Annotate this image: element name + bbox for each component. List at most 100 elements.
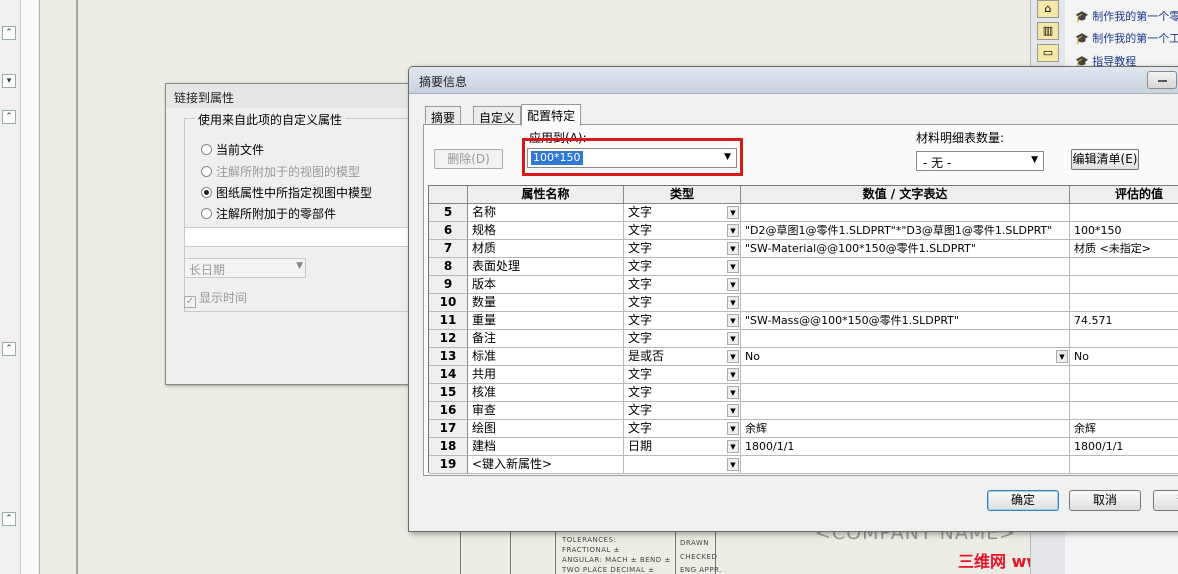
type-cell[interactable]: 是或否 ▼ (624, 348, 741, 366)
property-name-cell[interactable]: 数量 (468, 294, 624, 312)
type-cell[interactable]: 文字 ▼ (624, 222, 741, 240)
value-expression-cell[interactable]: 1800/1/1 (741, 438, 1070, 456)
table-row[interactable]: 19 <键入新属性> ▼ (429, 456, 1178, 474)
collapse-icon[interactable]: ⌃ (2, 110, 16, 124)
column-header[interactable]: 类型 (624, 186, 741, 204)
type-cell[interactable]: 文字 ▼ (624, 204, 741, 222)
table-row[interactable]: 18 建档 日期 ▼ 1800/1/1 1800/1/1 (429, 438, 1178, 456)
table-row[interactable]: 7 材质 文字 ▼ "SW-Material@@100*150@零件1.SLDPRT" 材… (429, 240, 1178, 258)
property-name-cell[interactable]: 核准 (468, 384, 624, 402)
property-name-cell[interactable]: 规格 (468, 222, 624, 240)
radio-sheet-view-model[interactable]: 图纸属性中所指定视图中模型 (201, 184, 372, 201)
type-cell[interactable]: 文字 ▼ (624, 294, 741, 312)
property-name-cell[interactable]: 版本 (468, 276, 624, 294)
property-name-cell[interactable]: 标准 (468, 348, 624, 366)
chevron-down-icon[interactable]: ▼ (727, 368, 739, 381)
ok-button[interactable]: 确定 (987, 490, 1059, 511)
column-header[interactable]: 属性名称 (468, 186, 624, 204)
bom-quantity-select[interactable]: - 无 - ▼ (916, 151, 1044, 171)
property-name-cell[interactable]: 重量 (468, 312, 624, 330)
property-name-cell[interactable]: 审查 (468, 402, 624, 420)
property-name-cell[interactable]: <键入新属性> (468, 456, 624, 474)
tab-custom[interactable]: 自定义 (473, 106, 522, 125)
value-expression-cell[interactable]: "SW-Material@@100*150@零件1.SLDPRT" (741, 240, 1070, 258)
type-cell[interactable]: 文字 ▼ (624, 258, 741, 276)
panel-scrollbar[interactable] (20, 0, 38, 574)
value-expression-cell[interactable] (741, 456, 1070, 474)
value-expression-cell[interactable] (741, 402, 1070, 420)
chevron-down-icon[interactable]: ▼ (727, 296, 739, 309)
chevron-down-icon[interactable]: ▼ (727, 386, 739, 399)
collapse-icon[interactable]: ⌃ (2, 26, 16, 40)
chevron-down-icon[interactable]: ▼ (727, 404, 739, 417)
table-row[interactable]: 15 核准 文字 ▼ (429, 384, 1178, 402)
table-row[interactable]: 16 审查 文字 ▼ (429, 402, 1178, 420)
table-row[interactable]: 8 表面处理 文字 ▼ (429, 258, 1178, 276)
value-expression-cell[interactable] (741, 276, 1070, 294)
property-name-cell[interactable]: 建档 (468, 438, 624, 456)
value-expression-cell[interactable]: No ▼ (741, 348, 1070, 366)
type-cell[interactable]: 文字 ▼ (624, 420, 741, 438)
help-button[interactable]: 帮 (1153, 490, 1178, 511)
property-input[interactable] (184, 227, 414, 247)
chevron-down-icon[interactable]: ▼ (727, 206, 739, 219)
collapse-icon[interactable]: ⌃ (2, 342, 16, 356)
chevron-down-icon[interactable]: ▼ (727, 458, 739, 471)
table-row[interactable]: 14 共用 文字 ▼ (429, 366, 1178, 384)
property-name-cell[interactable]: 表面处理 (468, 258, 624, 276)
table-row[interactable]: 13 标准 是或否 ▼ No ▼ No (429, 348, 1178, 366)
column-header[interactable]: 数值 / 文字表达 (741, 186, 1070, 204)
table-row[interactable]: 6 规格 文字 ▼ "D2@草图1@零件1.SLDPRT"*"D3@草图1@零件1.SL… (429, 222, 1178, 240)
property-name-cell[interactable]: 材质 (468, 240, 624, 258)
table-row[interactable]: 17 绘图 文字 ▼ 余辉 余辉 (429, 420, 1178, 438)
table-row[interactable]: 11 重量 文字 ▼ "SW-Mass@@100*150@零件1.SLDPRT" 74.5… (429, 312, 1178, 330)
property-name-cell[interactable]: 绘图 (468, 420, 624, 438)
value-expression-cell[interactable] (741, 294, 1070, 312)
table-row[interactable]: 9 版本 文字 ▼ (429, 276, 1178, 294)
collapse-icon[interactable]: ⌃ (2, 512, 16, 526)
radio-current-file[interactable]: 当前文件 (201, 141, 264, 158)
dropdown-icon[interactable]: ▾ (2, 74, 16, 88)
home-icon[interactable]: ⌂ (1037, 0, 1059, 18)
type-cell[interactable]: 文字 ▼ (624, 366, 741, 384)
tutorial-link[interactable]: 🎓 制作我的第一个零 (1075, 8, 1178, 24)
chevron-down-icon[interactable]: ▼ (1056, 350, 1068, 363)
value-expression-cell[interactable] (741, 366, 1070, 384)
folder-icon[interactable]: ▭ (1037, 44, 1059, 62)
value-expression-cell[interactable]: "D2@草图1@零件1.SLDPRT"*"D3@草图1@零件1.SLDPRT" (741, 222, 1070, 240)
table-row[interactable]: 12 备注 文字 ▼ (429, 330, 1178, 348)
type-cell[interactable]: 文字 ▼ (624, 402, 741, 420)
chevron-down-icon[interactable]: ▼ (727, 422, 739, 435)
value-expression-cell[interactable] (741, 384, 1070, 402)
value-expression-cell[interactable]: 余辉 (741, 420, 1070, 438)
value-expression-cell[interactable] (741, 204, 1070, 222)
cancel-button[interactable]: 取消 (1069, 490, 1141, 511)
tutorial-link[interactable]: 🎓 制作我的第一个工 (1075, 30, 1178, 46)
tab-summary[interactable]: 摘要 (425, 106, 462, 125)
type-cell[interactable]: 文字 ▼ (624, 312, 741, 330)
chevron-down-icon[interactable]: ▼ (727, 242, 739, 255)
minimize-button[interactable] (1147, 71, 1177, 89)
chevron-down-icon[interactable]: ▼ (727, 314, 739, 327)
type-cell[interactable]: 文字 ▼ (624, 240, 741, 258)
table-row[interactable]: 5 名称 文字 ▼ (429, 204, 1178, 222)
type-cell[interactable]: ▼ (624, 456, 741, 474)
type-cell[interactable]: 日期 ▼ (624, 438, 741, 456)
chevron-down-icon[interactable]: ▼ (727, 332, 739, 345)
type-cell[interactable]: 文字 ▼ (624, 276, 741, 294)
chevron-down-icon[interactable]: ▼ (727, 440, 739, 453)
value-expression-cell[interactable]: "SW-Mass@@100*150@零件1.SLDPRT" (741, 312, 1070, 330)
property-name-cell[interactable]: 名称 (468, 204, 624, 222)
radio-attached-component[interactable]: 注解所附加于的零部件 (201, 205, 336, 222)
type-cell[interactable]: 文字 ▼ (624, 384, 741, 402)
type-cell[interactable]: 文字 ▼ (624, 330, 741, 348)
property-name-cell[interactable]: 备注 (468, 330, 624, 348)
edit-list-button[interactable]: 编辑清单(E) (1071, 149, 1139, 170)
chevron-down-icon[interactable]: ▼ (727, 260, 739, 273)
chevron-down-icon[interactable]: ▼ (727, 350, 739, 363)
column-header[interactable]: 评估的值 (1070, 186, 1178, 204)
chevron-down-icon[interactable]: ▼ (727, 278, 739, 291)
chevron-down-icon[interactable]: ▼ (727, 224, 739, 237)
table-row[interactable]: 10 数量 文字 ▼ (429, 294, 1178, 312)
value-expression-cell[interactable] (741, 258, 1070, 276)
